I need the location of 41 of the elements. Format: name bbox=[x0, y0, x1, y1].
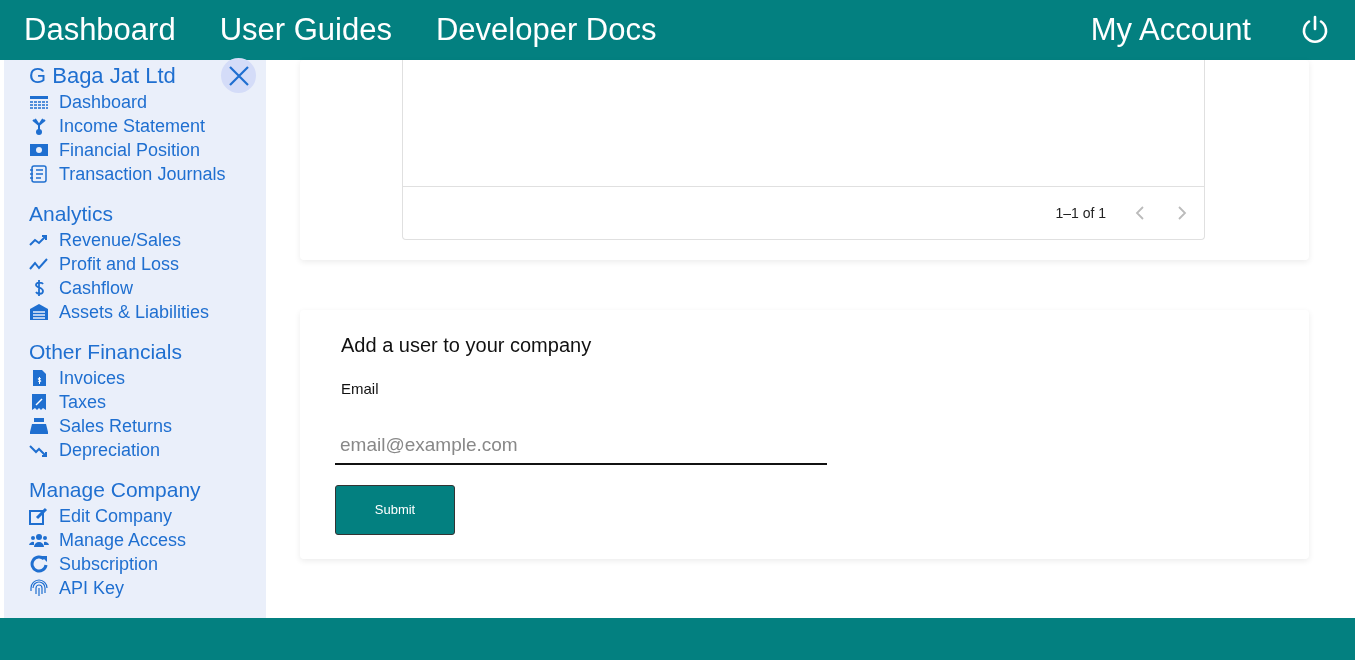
sidebar-item[interactable]: Cashflow bbox=[59, 276, 134, 300]
company-name: G Baga Jat Ltd bbox=[29, 62, 176, 90]
close-icon bbox=[227, 64, 250, 87]
close-button[interactable] bbox=[221, 58, 256, 93]
cash-register-icon bbox=[29, 417, 49, 435]
receipt-icon bbox=[29, 393, 49, 411]
table-icon bbox=[29, 93, 49, 111]
sidebar-item[interactable]: Transaction Journals bbox=[59, 162, 226, 186]
sidebar-heading: Manage Company bbox=[29, 477, 202, 503]
edit-icon bbox=[29, 507, 49, 525]
sync-icon bbox=[29, 555, 49, 573]
sidebar-item[interactable]: Taxes bbox=[59, 390, 107, 414]
sidebar-item[interactable]: Dashboard bbox=[59, 90, 148, 114]
pagination-range: 1–1 of 1 bbox=[1055, 203, 1106, 223]
form-title: Add a user to your company bbox=[341, 333, 593, 358]
sidebar-item[interactable]: Income Statement bbox=[59, 114, 206, 138]
sidebar-item[interactable]: Revenue/Sales bbox=[59, 228, 182, 252]
nav-link[interactable]: User Guides bbox=[219, 6, 392, 54]
sidebar-item[interactable]: Financial Position bbox=[59, 138, 201, 162]
sidebar-item[interactable]: API Key bbox=[59, 576, 125, 600]
sidebar-heading: Other Financials bbox=[29, 339, 183, 365]
sidebar-item[interactable]: Invoices bbox=[59, 366, 126, 390]
nav-link[interactable]: Dashboard bbox=[24, 6, 176, 54]
users-icon bbox=[29, 531, 49, 549]
email-field[interactable]: email@example.com bbox=[335, 410, 827, 465]
sidebar-item[interactable]: Sales Returns bbox=[59, 414, 173, 438]
account-link[interactable]: My Account bbox=[1090, 6, 1251, 54]
nav-link[interactable]: Developer Docs bbox=[435, 6, 657, 54]
submit-button[interactable]: Submit bbox=[335, 485, 455, 535]
sidebar-item[interactable]: Assets & Liabilities bbox=[59, 300, 210, 324]
sidebar-item[interactable]: Subscription bbox=[59, 552, 159, 576]
sidebar-heading: Analytics bbox=[29, 201, 115, 227]
sidebar-item[interactable]: Edit Company bbox=[59, 504, 173, 528]
sidebar-item[interactable]: Profit and Loss bbox=[59, 252, 180, 276]
notebook-icon bbox=[29, 165, 49, 183]
sidebar-item[interactable]: Depreciation bbox=[59, 438, 161, 462]
fingerprint-icon bbox=[29, 579, 49, 597]
warehouse-icon bbox=[29, 303, 49, 321]
email-label: Email bbox=[341, 379, 380, 399]
sidebar-item[interactable]: Manage Access bbox=[59, 528, 187, 552]
banknote-icon bbox=[29, 141, 49, 159]
